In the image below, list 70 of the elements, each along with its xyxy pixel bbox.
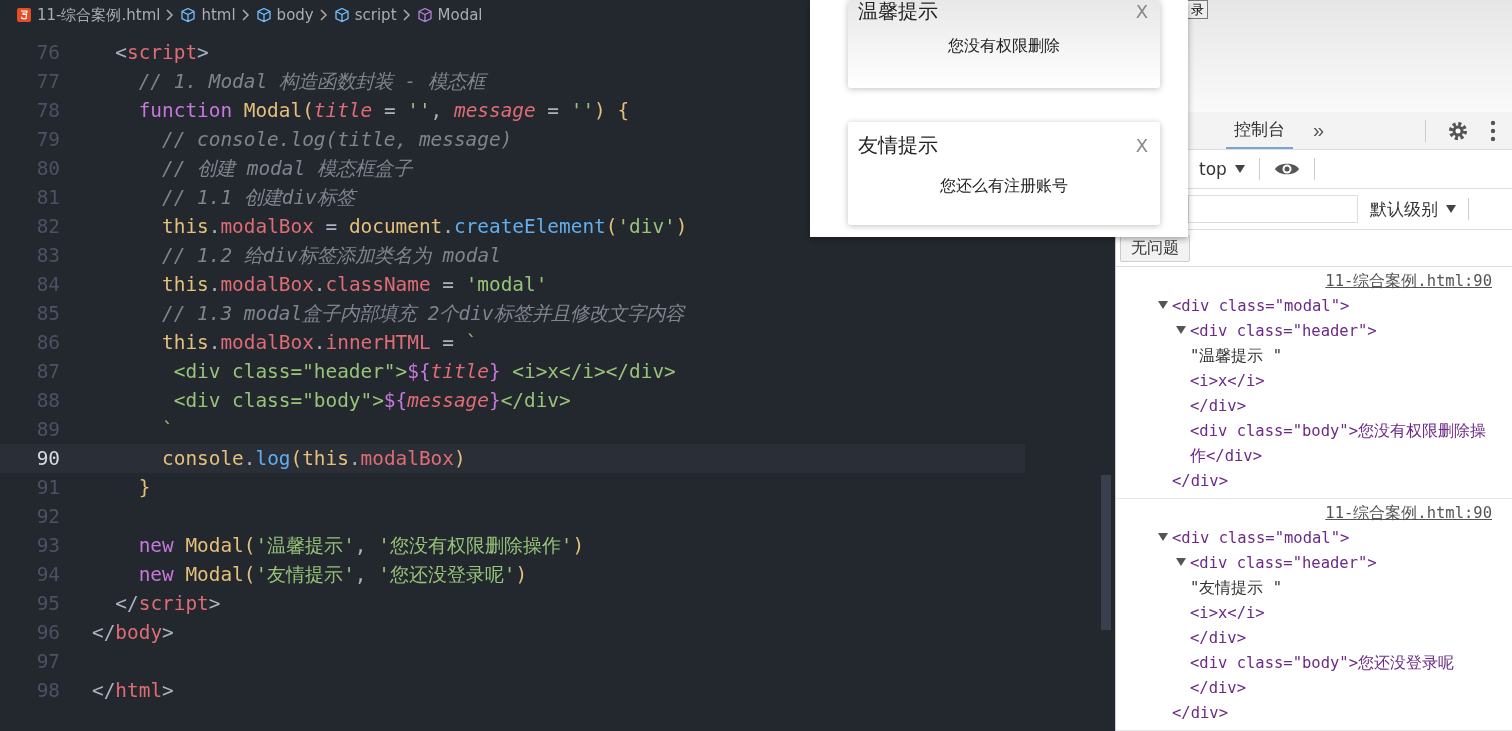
modal-message: 您没有权限删除 — [947, 35, 1061, 57]
dom-node-text: <div class="body">您还没登录呢</div> — [1190, 654, 1454, 697]
breadcrumb-item[interactable]: body — [255, 6, 314, 24]
dom-node-text: </div> — [1172, 704, 1228, 722]
code-line: </script> — [114, 592, 221, 615]
modal-title: 友情提示 — [858, 131, 938, 159]
expand-triangle-icon[interactable] — [1176, 325, 1186, 335]
dom-node-text: "温馨提示 " — [1190, 347, 1282, 365]
dom-node-text: </div> — [1172, 472, 1228, 490]
dom-node-text: <div class="modal"> — [1172, 529, 1350, 547]
source-link[interactable]: 11-综合案例.html:90 — [1325, 269, 1492, 294]
code-line: // 1.3 modal盒子内部填充 2个div标签并且修改文字内容 — [161, 301, 684, 327]
scrollbar[interactable] — [1101, 475, 1111, 630]
chevron-icon — [319, 9, 328, 21]
code-line: new Modal('友情提示', '您还没登录呢') — [137, 562, 528, 588]
dropdown-caret-icon — [1446, 205, 1456, 213]
html-file-icon — [16, 7, 32, 23]
expand-triangle-icon[interactable] — [1158, 300, 1168, 310]
dom-node-text: <div class="header"> — [1190, 322, 1377, 340]
dom-node-text: <div class="modal"> — [1172, 297, 1350, 315]
close-button[interactable]: X — [1135, 134, 1148, 156]
code-line: } — [137, 476, 151, 499]
code-line: <script> — [114, 41, 209, 64]
code-line: this.modalBox.innerHTML = ` — [161, 331, 478, 354]
code-line: // 创建 modal 模态框盒子 — [161, 156, 412, 182]
code-line: <div class="body">${message}</div> — [172, 389, 571, 412]
page-button[interactable]: 录 — [1187, 0, 1208, 19]
code-line: </body> — [92, 621, 174, 644]
breadcrumb-item[interactable]: script — [333, 6, 397, 24]
dom-node-text: </div> — [1190, 629, 1246, 647]
cube-icon — [416, 7, 433, 23]
dom-node-text: <i>x</i> — [1190, 604, 1265, 622]
code-line: this.modalBox = document.createElement('div') — [161, 215, 688, 238]
console-tab[interactable]: 控制台 — [1226, 112, 1293, 149]
more-options-icon[interactable] — [1490, 119, 1496, 142]
breadcrumb-item[interactable]: 11-综合案例.html — [16, 5, 161, 25]
more-tabs-button[interactable]: » — [1313, 119, 1325, 142]
code-line: function Modal(title = '', message = '') { — [137, 99, 630, 122]
dropdown-caret-icon — [1234, 165, 1245, 173]
chevron-icon — [402, 9, 411, 21]
eye-icon[interactable] — [1273, 161, 1300, 177]
code-line: ` — [161, 418, 174, 441]
dom-node-text: <i>x</i> — [1190, 372, 1265, 390]
code-line: new Modal('温馨提示', '您没有权限删除操作') — [137, 533, 585, 559]
line-number: 90 — [35, 447, 60, 470]
expand-triangle-icon[interactable] — [1158, 532, 1168, 542]
log-levels-dropdown[interactable]: 默认级别 — [1370, 197, 1456, 221]
code-line: // 1.2 给div标签添加类名为 modal — [161, 243, 501, 269]
expand-triangle-icon[interactable] — [1176, 557, 1186, 567]
code-line: <div class="header">${title} <i>x</i></div> — [172, 360, 676, 383]
code-line: this.modalBox.className = 'modal' — [161, 273, 548, 296]
dom-node-text: </div> — [1190, 397, 1246, 415]
dom-node-text: <div class="body">您没有权限删除操作</div> — [1190, 422, 1486, 465]
breadcrumb-item[interactable]: html — [180, 6, 236, 24]
chevron-icon — [166, 9, 175, 21]
chevron-icon — [241, 9, 250, 21]
code-line: </html> — [92, 679, 174, 702]
breadcrumb-item[interactable]: Modal — [416, 6, 483, 24]
cube-icon — [255, 7, 272, 23]
dom-node-text: "友情提示 " — [1190, 579, 1282, 597]
modal-title: 温馨提示 — [858, 0, 938, 25]
cube-icon — [180, 7, 197, 23]
modal-message: 您还么有注册账号 — [939, 175, 1069, 197]
code-line: // console.log(title, message) — [161, 128, 513, 151]
code-line: console.log(this.modalBox) — [161, 447, 466, 470]
source-link[interactable]: 11-综合案例.html:90 — [1325, 501, 1492, 526]
cube-icon — [333, 7, 350, 23]
filter-input[interactable] — [1188, 195, 1358, 223]
dom-node-text: <div class="header"> — [1190, 554, 1377, 572]
context-dropdown[interactable]: top — [1199, 159, 1245, 179]
